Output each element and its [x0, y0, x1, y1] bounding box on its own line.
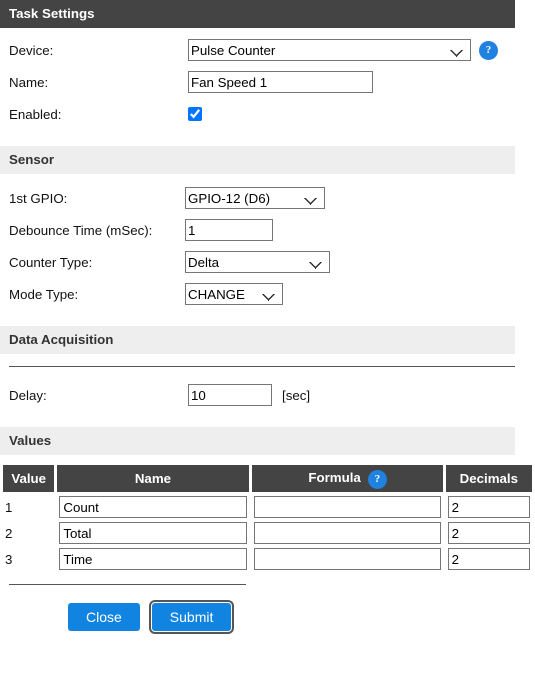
values-table: Value Name Formula? Decimals 1 2: [0, 461, 535, 574]
value-index-1: 1: [5, 499, 13, 515]
sensor-fields: 1st GPIO: GPIO-12 (D6) Debounce Time (mS…: [0, 182, 535, 310]
label-delay: Delay:: [9, 387, 47, 403]
footer-button-bar: Close Submit: [0, 600, 535, 634]
column-header-value: Value: [3, 465, 55, 492]
label-gpio: 1st GPIO:: [9, 190, 68, 206]
cell-formula-3: [252, 548, 443, 570]
row-device: Device: Pulse Counter ?: [0, 34, 535, 66]
debounce-time-input[interactable]: [185, 219, 273, 241]
divider-footer: [9, 584, 246, 585]
column-header-name: Name: [57, 465, 249, 492]
cell-name-1: [57, 496, 248, 518]
label-device: Device:: [9, 42, 54, 58]
section-title-task-settings: Task Settings: [9, 6, 95, 21]
task-settings-fields: Device: Pulse Counter ? Name: Enabled:: [0, 34, 535, 130]
value-decimals-input-1[interactable]: [447, 496, 530, 518]
section-title-sensor: Sensor: [9, 152, 55, 167]
device-select[interactable]: Pulse Counter: [188, 39, 471, 61]
label-name: Name:: [9, 74, 49, 90]
submit-button[interactable]: Submit: [148, 600, 235, 634]
row-gpio: 1st GPIO: GPIO-12 (D6): [0, 182, 535, 214]
value-formula-input-1[interactable]: [253, 496, 441, 518]
cell-name-2: [57, 522, 248, 544]
column-header-decimals: Decimals: [445, 465, 532, 492]
enabled-checkbox[interactable]: [188, 107, 202, 121]
cell-formula-1: [252, 496, 443, 518]
value-name-input-3[interactable]: [59, 548, 247, 570]
table-row: 2: [3, 522, 532, 544]
cell-decimals-1: [446, 496, 532, 518]
row-counter-type: Counter Type: Delta: [0, 246, 535, 278]
section-header-data-acquisition: Data Acquisition: [0, 326, 515, 354]
cell-name-3: [57, 548, 248, 570]
section-header-values: Values: [0, 427, 515, 455]
cell-formula-2: [252, 522, 443, 544]
row-enabled: Enabled:: [0, 98, 535, 130]
label-debounce-time: Debounce Time (mSec):: [9, 222, 153, 238]
value-formula-input-3[interactable]: [253, 548, 441, 570]
section-title-values: Values: [9, 433, 52, 448]
cell-decimals-2: [446, 522, 532, 544]
row-name: Name:: [0, 66, 535, 98]
data-acquisition-fields: Delay: [sec]: [0, 379, 535, 411]
value-index-3: 3: [5, 551, 13, 567]
gpio-select[interactable]: GPIO-12 (D6): [185, 187, 325, 209]
table-row: 1: [3, 496, 532, 518]
value-decimals-input-2[interactable]: [447, 522, 530, 544]
value-index-2: 2: [5, 525, 13, 541]
value-name-input-1[interactable]: [59, 496, 247, 518]
delay-unit-label: [sec]: [282, 387, 311, 403]
help-icon-device[interactable]: ?: [480, 41, 497, 59]
section-header-task-settings: Task Settings: [0, 0, 515, 28]
close-button[interactable]: Close: [68, 603, 140, 631]
value-decimals-input-3[interactable]: [447, 548, 530, 570]
row-debounce: Debounce Time (mSec):: [0, 214, 535, 246]
value-name-input-2[interactable]: [59, 522, 247, 544]
label-counter-type: Counter Type:: [9, 254, 93, 270]
section-header-sensor: Sensor: [0, 146, 515, 174]
help-icon-formula[interactable]: ?: [368, 471, 386, 488]
name-input[interactable]: [188, 71, 373, 93]
column-header-formula: Formula?: [251, 465, 443, 492]
delay-input[interactable]: [188, 384, 272, 406]
row-mode-type: Mode Type: CHANGE: [0, 278, 535, 310]
counter-type-select[interactable]: Delta: [185, 251, 330, 273]
row-delay: Delay: [sec]: [0, 379, 535, 411]
label-enabled: Enabled:: [9, 106, 62, 122]
table-row: 3: [3, 548, 532, 570]
mode-type-select[interactable]: CHANGE: [185, 283, 283, 305]
values-table-header-row: Value Name Formula? Decimals: [3, 465, 532, 492]
value-formula-input-2[interactable]: [253, 522, 441, 544]
label-mode-type: Mode Type:: [9, 286, 79, 302]
cell-decimals-3: [446, 548, 532, 570]
column-header-formula-label: Formula: [308, 470, 361, 486]
section-title-data-acquisition: Data Acquisition: [9, 332, 114, 347]
